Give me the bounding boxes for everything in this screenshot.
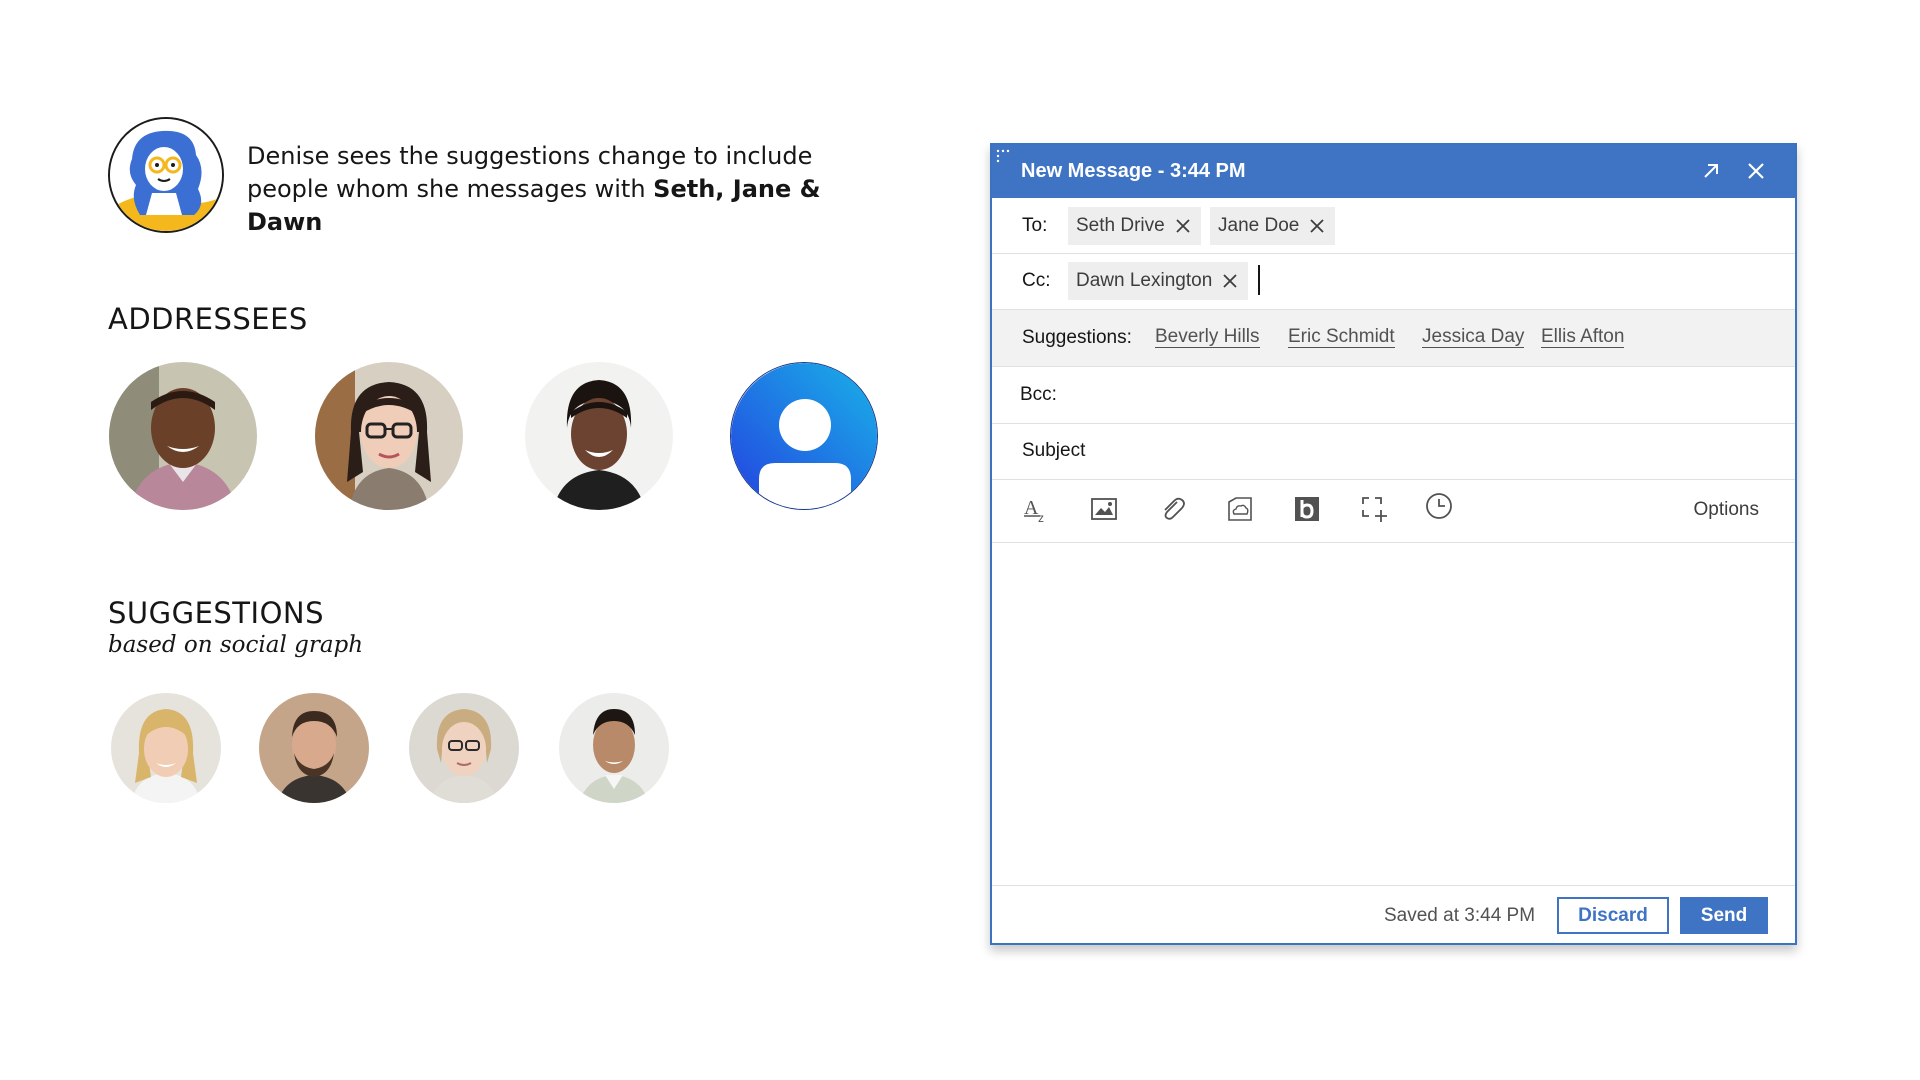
text-cursor [1258,265,1260,295]
formatting-toolbar: A z Options [992,480,1795,543]
suggestion-avatar [559,693,669,803]
bcc-label: Bcc: [1020,384,1057,405]
avatar-reflection [409,805,519,845]
compose-window: New Message - 3:44 PM To: Seth Drive Jan… [990,143,1797,945]
to-label: To: [1022,215,1048,236]
image-icon[interactable] [1089,494,1119,524]
saved-status: Saved at 3:44 PM [1384,905,1536,926]
chip-name: Seth Drive [1076,215,1165,236]
clock-icon[interactable] [1424,491,1454,521]
subject-field[interactable]: Subject [992,424,1795,480]
compose-title: New Message - 3:44 PM [1021,160,1246,182]
chip-name: Jane Doe [1218,215,1300,236]
svg-text:z: z [1038,511,1044,524]
addressee-avatar [525,362,673,510]
suggestion-link[interactable]: Jessica Day [1422,326,1525,348]
recipient-chip[interactable]: Jane Doe [1210,207,1336,245]
addressee-placeholder-avatar [730,362,878,510]
send-button[interactable]: Send [1680,897,1768,934]
suggestion-link[interactable]: Beverly Hills [1155,326,1260,348]
discard-button[interactable]: Discard [1557,897,1669,934]
avatar-reflection [259,805,369,845]
avatar-reflection [111,805,221,845]
suggestions-label: Suggestions: [1022,327,1132,348]
suggestions-row: Suggestions: Beverly Hills Eric Schmidt … [992,310,1795,367]
remove-recipient-icon[interactable] [1222,273,1238,289]
suggestions-subtitle: based on social graph [108,632,364,658]
subject-placeholder: Subject [1022,440,1086,461]
close-icon[interactable] [1744,159,1768,183]
options-button[interactable]: Options [1694,499,1759,521]
cloud-icon[interactable] [1225,494,1255,524]
remove-recipient-icon[interactable] [1309,218,1325,234]
cc-label: Cc: [1022,270,1051,291]
suggestion-link[interactable]: Ellis Afton [1541,326,1625,348]
cc-row[interactable]: Cc: Dawn Lexington [992,254,1795,310]
addressee-avatar [315,362,463,510]
bcc-row[interactable]: Bcc: [992,367,1795,424]
persona-avatar [108,117,224,233]
to-row[interactable]: To: Seth Drive Jane Doe [992,198,1795,254]
message-body[interactable] [992,543,1795,886]
story-description: Denise sees the suggestions change to in… [247,140,887,239]
suggestion-avatar [409,693,519,803]
recipient-chip[interactable]: Dawn Lexington [1068,262,1249,300]
chip-name: Dawn Lexington [1076,270,1213,291]
addressee-avatar [109,362,257,510]
box-icon[interactable] [1292,494,1322,524]
recipient-chip[interactable]: Seth Drive [1068,207,1201,245]
text-format-icon[interactable]: A z [1022,494,1052,524]
suggestion-link[interactable]: Eric Schmidt [1288,326,1395,348]
compose-titlebar[interactable]: New Message - 3:44 PM [992,145,1795,198]
drag-handle-icon[interactable] [996,149,1012,163]
popout-icon[interactable] [1699,159,1723,183]
addressees-title: ADDRESSEES [108,302,308,336]
avatar-reflection [559,805,669,845]
suggestion-avatar [259,693,369,803]
attachment-icon[interactable] [1157,494,1187,524]
screenshot-icon[interactable] [1359,494,1389,524]
suggestions-title: SUGGESTIONS [108,596,325,630]
suggestion-avatar [111,693,221,803]
compose-footer: Saved at 3:44 PM Discard Send [992,886,1795,943]
remove-recipient-icon[interactable] [1175,218,1191,234]
